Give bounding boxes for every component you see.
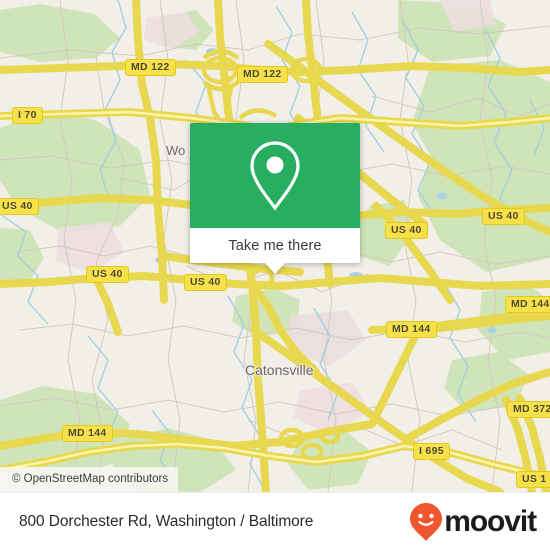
popup-action-area[interactable]: Take me there <box>190 228 360 274</box>
road-shield-md-122-east[interactable]: MD 122 <box>237 66 288 83</box>
road-shield-us-40-mid[interactable]: US 40 <box>385 222 428 239</box>
road-shield-md-144-mid[interactable]: MD 144 <box>386 321 437 338</box>
osm-attribution[interactable]: © OpenStreetMap contributors <box>0 467 179 492</box>
road-shield-md-372[interactable]: MD 372 <box>507 401 550 418</box>
road-shield-md-122-west[interactable]: MD 122 <box>125 59 176 76</box>
map-screen: Catonsville Wo MD 122 MD 122 I 70 US 40 … <box>0 0 550 550</box>
place-label-catonsville: Catonsville <box>245 362 314 378</box>
road-shield-md-144-east[interactable]: MD 144 <box>505 296 550 313</box>
address-label: 800 Dorchester Rd, Washington / Baltimor… <box>19 512 314 530</box>
map-pin-icon <box>250 140 300 211</box>
road-shield-us-40-center[interactable]: US 40 <box>184 274 227 291</box>
destination-popup-card[interactable]: Take me there <box>190 123 360 274</box>
road-shield-us-40-west[interactable]: US 40 <box>86 266 129 283</box>
take-me-there-label: Take me there <box>228 237 322 254</box>
road-shield-us-40-east[interactable]: US 40 <box>482 208 525 225</box>
place-label-woodlawn: Wo <box>166 143 186 158</box>
road-shield-us-1[interactable]: US 1 <box>516 471 550 488</box>
road-shield-us-40-far-west[interactable]: US 40 <box>0 198 39 215</box>
bottom-info-bar: 800 Dorchester Rd, Washington / Baltimor… <box>0 492 550 550</box>
popup-pointer-tail <box>265 263 285 274</box>
moovit-pin-icon <box>410 502 443 541</box>
road-shield-i-70[interactable]: I 70 <box>12 107 43 124</box>
popup-icon-area <box>190 123 360 228</box>
moovit-wordmark: moovit <box>444 504 537 538</box>
moovit-logo[interactable]: moovit <box>409 502 537 542</box>
road-shield-i-695[interactable]: I 695 <box>413 443 450 460</box>
road-shield-md-144-west[interactable]: MD 144 <box>62 425 113 442</box>
